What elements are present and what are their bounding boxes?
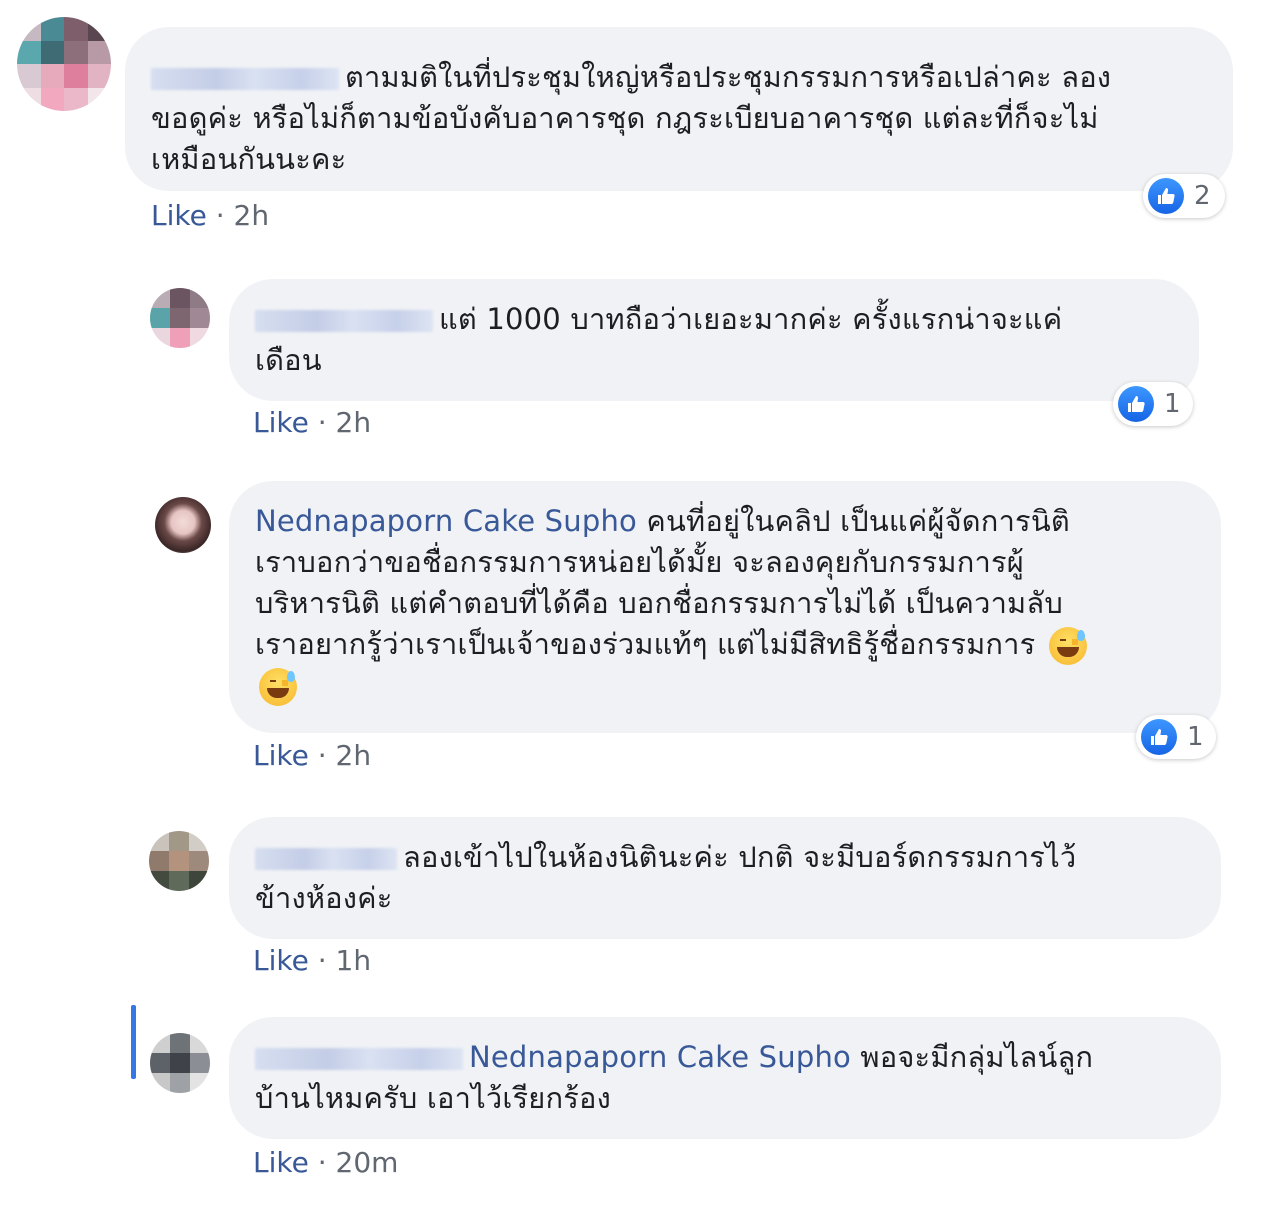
comment-actions: Like · 1h <box>253 944 372 977</box>
like-thumb-icon <box>1148 178 1184 214</box>
comment-actions: Like · 2h <box>151 199 270 232</box>
comment-text: บ้านไหมครับ เอาไว้เรียกร้อง <box>255 1081 612 1115</box>
comment-text: เราอยากรู้ว่าเราเป็นเจ้าของร่วมแท้ๆ แต่ไ… <box>255 627 1036 661</box>
reaction-count[interactable]: 1 <box>1136 715 1216 759</box>
blurred-author-name[interactable] <box>151 68 339 90</box>
comment-text: ขอดูค่ะ หรือไม่ก็ตามข้อบังคับอาคารชุด กฎ… <box>151 101 1099 135</box>
timestamp[interactable]: 2h <box>234 199 270 232</box>
sweat-smile-emoji-icon <box>1048 627 1087 665</box>
blurred-author-name[interactable] <box>255 1048 463 1070</box>
avatar[interactable] <box>150 288 210 348</box>
comment-text: พอจะมีกลุ่มไลน์ลูก <box>860 1040 1094 1074</box>
like-thumb-icon <box>1141 719 1177 755</box>
comment-bubble: Nednapaporn Cake Supho พอจะมีกลุ่มไลน์ลู… <box>229 1017 1221 1139</box>
reaction-number: 1 <box>1164 389 1181 419</box>
avatar[interactable] <box>150 1033 210 1093</box>
timestamp[interactable]: 2h <box>336 739 372 772</box>
like-link[interactable]: Like <box>253 1146 309 1179</box>
reply-thread-indicator <box>131 1005 136 1079</box>
like-link[interactable]: Like <box>253 406 309 439</box>
like-link[interactable]: Like <box>253 739 309 772</box>
comment-bubble: แต่ 1000 บาทถือว่าเยอะมากค่ะ ครั้งแรกน่า… <box>229 279 1199 401</box>
comment-text: ลองเข้าไปในห้องนิตินะค่ะ ปกติ จะมีบอร์ดก… <box>403 840 1077 874</box>
like-link[interactable]: Like <box>151 199 207 232</box>
comment-text: เดือน <box>255 343 322 377</box>
like-thumb-icon <box>1118 386 1154 422</box>
comment-text: เหมือนกันนะคะ <box>151 142 347 176</box>
comment-actions: Like · 20m <box>253 1146 399 1179</box>
comment-actions: Like · 2h <box>253 406 372 439</box>
reaction-count[interactable]: 2 <box>1143 174 1225 218</box>
blurred-author-name[interactable] <box>255 848 397 870</box>
mention-link[interactable]: Nednapaporn Cake Supho <box>469 1040 851 1074</box>
author-name[interactable]: Nednapaporn Cake Supho <box>255 504 637 538</box>
sweat-smile-emoji-icon <box>259 668 297 706</box>
blurred-author-name[interactable] <box>255 310 433 332</box>
avatar[interactable] <box>17 17 111 111</box>
timestamp[interactable]: 2h <box>336 406 372 439</box>
comment-text: ตามมติในที่ประชุมใหญ่หรือประชุมกรรมการหร… <box>345 60 1112 94</box>
comment-text: คนที่อยู่ในคลิป เป็นแค่ผู้จัดการนิติ <box>646 504 1070 538</box>
comment-bubble: Nednapaporn Cake Supho คนที่อยู่ในคลิป เ… <box>229 481 1221 733</box>
avatar[interactable] <box>149 831 209 891</box>
reaction-number: 1 <box>1187 722 1204 752</box>
reaction-number: 2 <box>1194 181 1211 211</box>
like-link[interactable]: Like <box>253 944 309 977</box>
comment-bubble: ตามมติในที่ประชุมใหญ่หรือประชุมกรรมการหร… <box>125 27 1233 191</box>
comment-text: เราบอกว่าขอชื่อกรรมการหน่อยได้มั้ย จะลอง… <box>255 545 1024 579</box>
reaction-count[interactable]: 1 <box>1113 382 1193 426</box>
avatar[interactable] <box>155 497 211 553</box>
comment-text: บริหารนิติ แต่คำตอบที่ได้คือ บอกชื่อกรรม… <box>255 586 1063 620</box>
comment-bubble: ลองเข้าไปในห้องนิตินะค่ะ ปกติ จะมีบอร์ดก… <box>229 817 1221 939</box>
timestamp[interactable]: 1h <box>336 944 372 977</box>
comment-text: ข้างห้องค่ะ <box>255 881 393 915</box>
comment-text: แต่ 1000 บาทถือว่าเยอะมากค่ะ ครั้งแรกน่า… <box>439 302 1063 336</box>
comment-actions: Like · 2h <box>253 739 372 772</box>
timestamp[interactable]: 20m <box>336 1146 399 1179</box>
